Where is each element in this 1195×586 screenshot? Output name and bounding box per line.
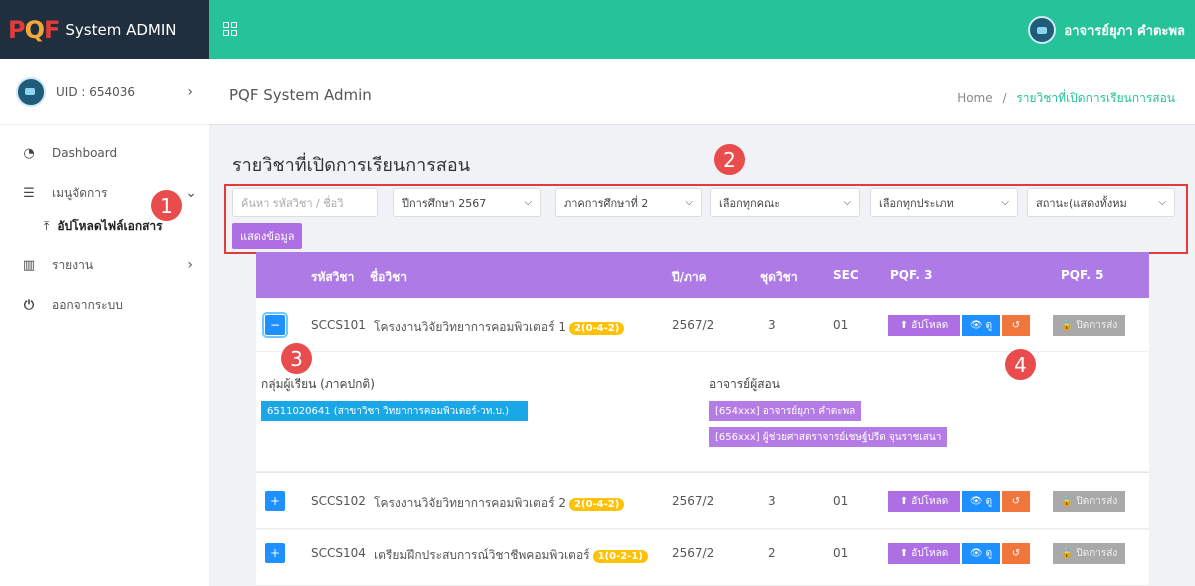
course-code: SCCS104 <box>311 546 366 560</box>
sidebar-item-upload[interactable]: ⤒ อัปโหลดไฟล์เอกสาร <box>0 213 209 239</box>
sidebar-item-label: ออกจากระบบ <box>52 297 123 312</box>
teacher-tag: [656xxx] ผู้ช่วยศาสตราจารย์เชษฐ์ปรีด จุน… <box>709 427 948 447</box>
course-name-text: โครงงานวิจัยวิทยาการคอมพิวเตอร์ 2 <box>374 496 567 510</box>
undo-button[interactable]: ↺ <box>1002 491 1030 512</box>
group-label: กลุ่มผู้เรียน (ภาคปกติ) <box>261 377 375 391</box>
course-term: 2567/2 <box>672 494 715 508</box>
chart-icon: ▥ <box>22 257 36 273</box>
upload-button[interactable]: ⬆ อัปโหลด <box>888 491 960 512</box>
gauge-icon: ◔ <box>23 145 35 161</box>
user-name: อาจารย์ยุภา คำตะพล <box>1064 23 1185 39</box>
teacher-label: อาจารย์ผู้สอน <box>709 377 780 391</box>
view-button[interactable]: 👁 ดู <box>962 543 1000 564</box>
group-value: 6511020641 (สาขาวิชา วิทยาการคอมพิวเตอร์… <box>261 401 528 421</box>
table-row: − SCCS101 โครงงานวิจัยวิทยาการคอมพิวเตอร… <box>256 298 1149 352</box>
col-sec: SEC <box>833 268 859 282</box>
col-term: ปี/ภาค <box>672 270 707 284</box>
list-icon: ☰ <box>23 185 35 201</box>
col-pqf5: PQF. 5 <box>1061 268 1104 282</box>
course-set: 3 <box>768 494 776 508</box>
avatar <box>1028 16 1057 44</box>
page-title: รายวิชาที่เปิดการเรียนการสอน <box>232 155 471 176</box>
course-name-text: เตรียมฝึกประสบการณ์วิชาชีพคอมพิวเตอร์ <box>374 548 590 562</box>
sidebar-item-dashboard[interactable]: ◔ Dashboard <box>0 133 209 173</box>
view-button[interactable]: 👁 ดู <box>962 491 1000 512</box>
breadcrumb-current: รายวิชาที่เปิดการเรียนการสอน <box>1016 91 1175 105</box>
course-set: 2 <box>768 546 776 560</box>
chevron-down-icon: ⌄ <box>185 185 197 201</box>
page-header: PQF System Admin Home / รายวิชาที่เปิดกา… <box>209 59 1195 125</box>
breadcrumb-separator: / <box>1002 91 1007 105</box>
course-name: โครงงานวิจัยวิทยาการคอมพิวเตอร์ 2 2(0-4-2… <box>374 494 625 513</box>
top-bar: PQF System ADMIN อาจารย์ยุภา คำตะพล <box>0 0 1195 59</box>
teacher-tag: [654xxx] อาจารย์ยุภา คำตะพล <box>709 401 862 421</box>
breadcrumb-home[interactable]: Home <box>957 91 992 105</box>
table-row: + SCCS104 เตรียมฝึกประสบการณ์วิชาชีพคอมพ… <box>256 530 1149 586</box>
breadcrumb: Home / รายวิชาที่เปิดการเรียนการสอน <box>957 89 1175 108</box>
close-submission-button[interactable]: 🔒 ปิดการส่ง <box>1053 491 1125 512</box>
col-code: รหัสวิชา <box>311 270 355 284</box>
course-table: รหัสวิชา ชื่อวิชา ปี/ภาค ชุดวิชา SEC PQF… <box>256 252 1149 298</box>
view-button[interactable]: 👁 ดู <box>962 315 1000 336</box>
app-title: System ADMIN <box>65 20 177 39</box>
power-icon: ⏻ <box>23 297 35 313</box>
undo-button[interactable]: ↺ <box>1002 543 1030 564</box>
logo-mark: PQF <box>8 15 60 44</box>
collapse-button[interactable]: − <box>262 312 288 338</box>
annotation-marker: 1 <box>151 190 182 221</box>
user-menu[interactable]: อาจารย์ยุภา คำตะพล <box>1028 16 1185 44</box>
course-sec: 01 <box>833 318 849 332</box>
logo[interactable]: PQF System ADMIN <box>0 0 209 59</box>
header-title: PQF System Admin <box>229 86 372 104</box>
apps-grid-icon[interactable] <box>223 22 237 36</box>
course-set: 3 <box>768 318 776 332</box>
upload-button[interactable]: ⬆ อัปโหลด <box>888 543 960 564</box>
credit-badge: 1(0-2-1) <box>592 550 648 563</box>
credit-badge: 2(0-4-2) <box>569 322 625 335</box>
col-set: ชุดวิชา <box>760 270 798 284</box>
course-name: เตรียมฝึกประสบการณ์วิชาชีพคอมพิวเตอร์ 1(0… <box>374 546 648 565</box>
course-code: SCCS102 <box>311 494 366 508</box>
uid-label: UID : 654036 <box>56 84 136 99</box>
upload-button[interactable]: ⬆ อัปโหลด <box>888 315 960 336</box>
sidebar-item-reports[interactable]: ▥ รายงาน › <box>0 245 209 285</box>
course-sec: 01 <box>833 494 849 508</box>
sidebar-item-label: เมนูจัดการ <box>52 185 108 200</box>
course-sec: 01 <box>833 546 849 560</box>
course-name: โครงงานวิจัยวิทยาการคอมพิวเตอร์ 1 2(0-4-2… <box>374 318 625 337</box>
col-pqf3: PQF. 3 <box>890 268 933 282</box>
expand-button[interactable]: + <box>265 543 285 563</box>
col-name: ชื่อวิชา <box>370 270 407 284</box>
sidebar-item-label: รายงาน <box>52 257 94 272</box>
annotation-marker: 4 <box>1005 349 1036 380</box>
sidebar-item-logout[interactable]: ⏻ ออกจากระบบ <box>0 285 209 325</box>
table-row: + SCCS102 โครงงานวิจัยวิทยาการคอมพิวเตอร… <box>256 472 1149 529</box>
sidebar: UID : 654036 › ◔ Dashboard ☰ เมนูจัดการ … <box>0 59 209 586</box>
chevron-right-icon: › <box>187 83 193 100</box>
avatar <box>16 76 46 107</box>
undo-button[interactable]: ↺ <box>1002 315 1030 336</box>
course-name-text: โครงงานวิจัยวิทยาการคอมพิวเตอร์ 1 <box>374 320 567 334</box>
close-submission-button[interactable]: 🔒 ปิดการส่ง <box>1053 543 1125 564</box>
upload-icon: ⤒ <box>44 218 50 233</box>
annotation-marker: 2 <box>714 144 745 175</box>
course-code: SCCS101 <box>311 318 366 332</box>
sidebar-item-label: อัปโหลดไฟล์เอกสาร <box>57 218 163 233</box>
expand-button[interactable]: + <box>265 491 285 511</box>
annotation-marker: 3 <box>281 343 312 374</box>
course-term: 2567/2 <box>672 318 715 332</box>
close-submission-button[interactable]: 🔒 ปิดการส่ง <box>1053 315 1125 336</box>
sidebar-item-label: Dashboard <box>52 146 118 160</box>
annotation-box <box>224 184 1188 254</box>
course-term: 2567/2 <box>672 546 715 560</box>
table-header: รหัสวิชา ชื่อวิชา ปี/ภาค ชุดวิชา SEC PQF… <box>256 252 1149 298</box>
sidebar-user[interactable]: UID : 654036 › <box>0 59 209 125</box>
chevron-right-icon: › <box>187 257 193 273</box>
credit-badge: 2(0-4-2) <box>569 498 625 511</box>
